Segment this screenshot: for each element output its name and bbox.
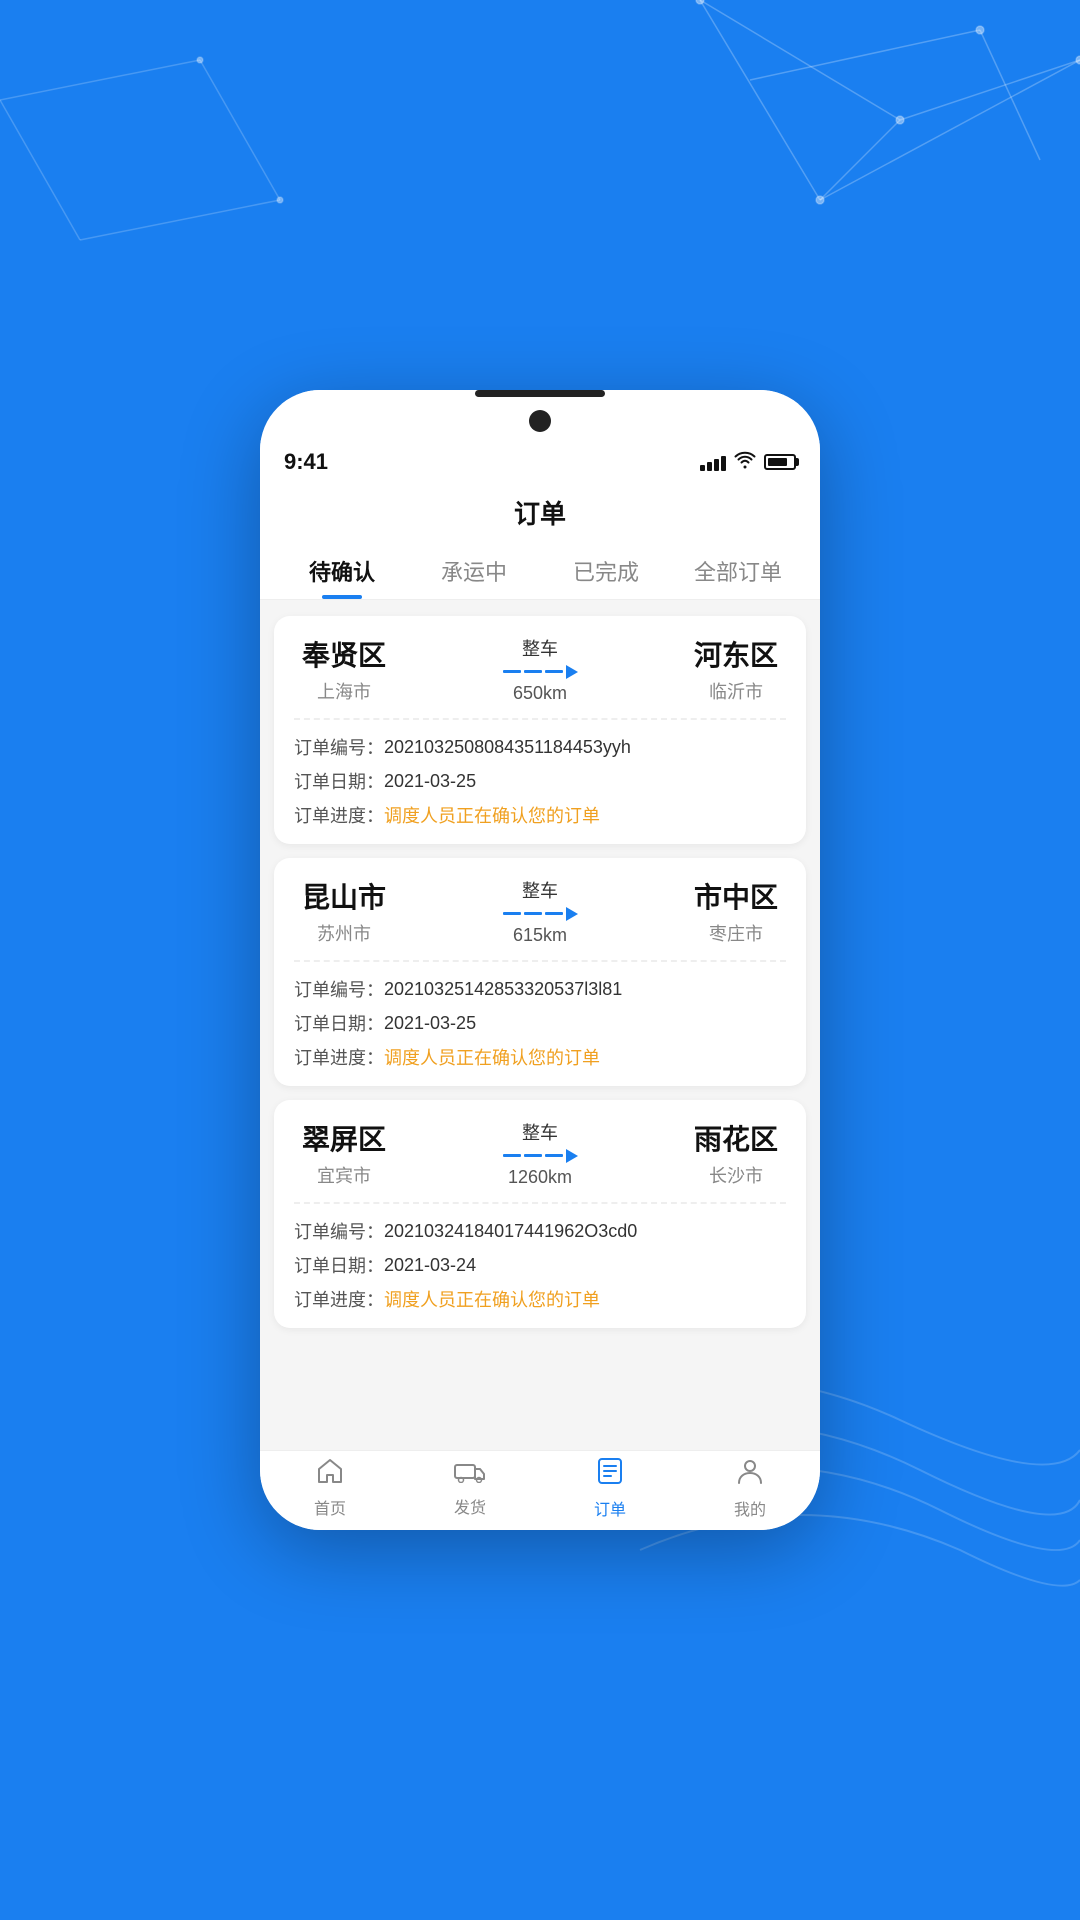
status-icons <box>700 451 796 474</box>
tabs-bar: 待确认 承运中 已完成 全部订单 <box>260 545 820 600</box>
orders-icon <box>597 1457 623 1492</box>
phone-camera <box>529 410 551 432</box>
tab-completed[interactable]: 已完成 <box>540 545 672 599</box>
phone-frame: 9:41 订单 待确认 <box>260 390 820 1530</box>
wifi-icon <box>734 451 756 474</box>
route-section-1: 奉贤区 上海市 整车 650km 河东区 临沂市 <box>274 616 806 718</box>
to-location-3: 雨花区 长沙市 <box>686 1118 786 1188</box>
route-section-3: 翠屏区 宜宾市 整车 1260km 雨花区 长沙市 <box>274 1100 806 1202</box>
notch-bar <box>475 390 605 397</box>
user-icon <box>737 1457 763 1492</box>
nav-orders[interactable]: 订单 <box>540 1457 680 1520</box>
from-location-2: 昆山市 苏州市 <box>294 876 394 946</box>
truck-icon <box>454 1459 486 1490</box>
order-no-row-1: 订单编号： 2021032508084351184453yyh <box>294 734 786 760</box>
battery-icon <box>764 454 796 470</box>
order-card-1[interactable]: 奉贤区 上海市 整车 650km 河东区 临沂市 <box>274 616 806 844</box>
from-location-3: 翠屏区 宜宾市 <box>294 1118 394 1188</box>
order-details-2: 订单编号： 20210325142853320537l3l81 订单日期： 20… <box>274 962 806 1086</box>
tab-in-transit[interactable]: 承运中 <box>408 545 540 599</box>
order-date-row-2: 订单日期： 2021-03-25 <box>294 1010 786 1036</box>
route-arrow-3 <box>503 1149 578 1163</box>
route-arrow-2 <box>503 907 578 921</box>
notch-top <box>260 390 820 404</box>
home-icon <box>316 1458 344 1491</box>
status-time: 9:41 <box>284 449 328 475</box>
route-middle-1: 整车 650km <box>394 635 686 704</box>
orders-list: 奉贤区 上海市 整车 650km 河东区 临沂市 <box>260 600 820 1450</box>
tab-all[interactable]: 全部订单 <box>672 545 804 599</box>
order-date-row-1: 订单日期： 2021-03-25 <box>294 768 786 794</box>
order-details-1: 订单编号： 2021032508084351184453yyh 订单日期： 20… <box>274 720 806 844</box>
status-bar: 9:41 <box>260 440 820 484</box>
page-title: 订单 <box>260 484 820 545</box>
order-no-row-3: 订单编号： 20210324184017441962O3cd0 <box>294 1218 786 1244</box>
order-progress-row-1: 订单进度： 调度人员正在确认您的订单 <box>294 802 786 828</box>
bottom-nav: 首页 发货 订单 <box>260 1450 820 1530</box>
order-progress-row-3: 订单进度： 调度人员正在确认您的订单 <box>294 1286 786 1312</box>
route-arrow-1 <box>503 665 578 679</box>
order-details-3: 订单编号： 20210324184017441962O3cd0 订单日期： 20… <box>274 1204 806 1328</box>
nav-home[interactable]: 首页 <box>260 1458 400 1519</box>
nav-send[interactable]: 发货 <box>400 1459 540 1518</box>
order-card-3[interactable]: 翠屏区 宜宾市 整车 1260km 雨花区 长沙市 <box>274 1100 806 1328</box>
nav-mine[interactable]: 我的 <box>680 1457 820 1520</box>
order-no-row-2: 订单编号： 20210325142853320537l3l81 <box>294 976 786 1002</box>
from-location-1: 奉贤区 上海市 <box>294 634 394 704</box>
to-location-1: 河东区 临沂市 <box>686 634 786 704</box>
order-date-row-3: 订单日期： 2021-03-24 <box>294 1252 786 1278</box>
tab-pending[interactable]: 待确认 <box>276 545 408 599</box>
signal-icon <box>700 453 726 471</box>
order-progress-row-2: 订单进度： 调度人员正在确认您的订单 <box>294 1044 786 1070</box>
route-section-2: 昆山市 苏州市 整车 615km 市中区 枣庄市 <box>274 858 806 960</box>
route-middle-2: 整车 615km <box>394 877 686 946</box>
to-location-2: 市中区 枣庄市 <box>686 876 786 946</box>
route-middle-3: 整车 1260km <box>394 1119 686 1188</box>
order-card-2[interactable]: 昆山市 苏州市 整车 615km 市中区 枣庄市 <box>274 858 806 1086</box>
